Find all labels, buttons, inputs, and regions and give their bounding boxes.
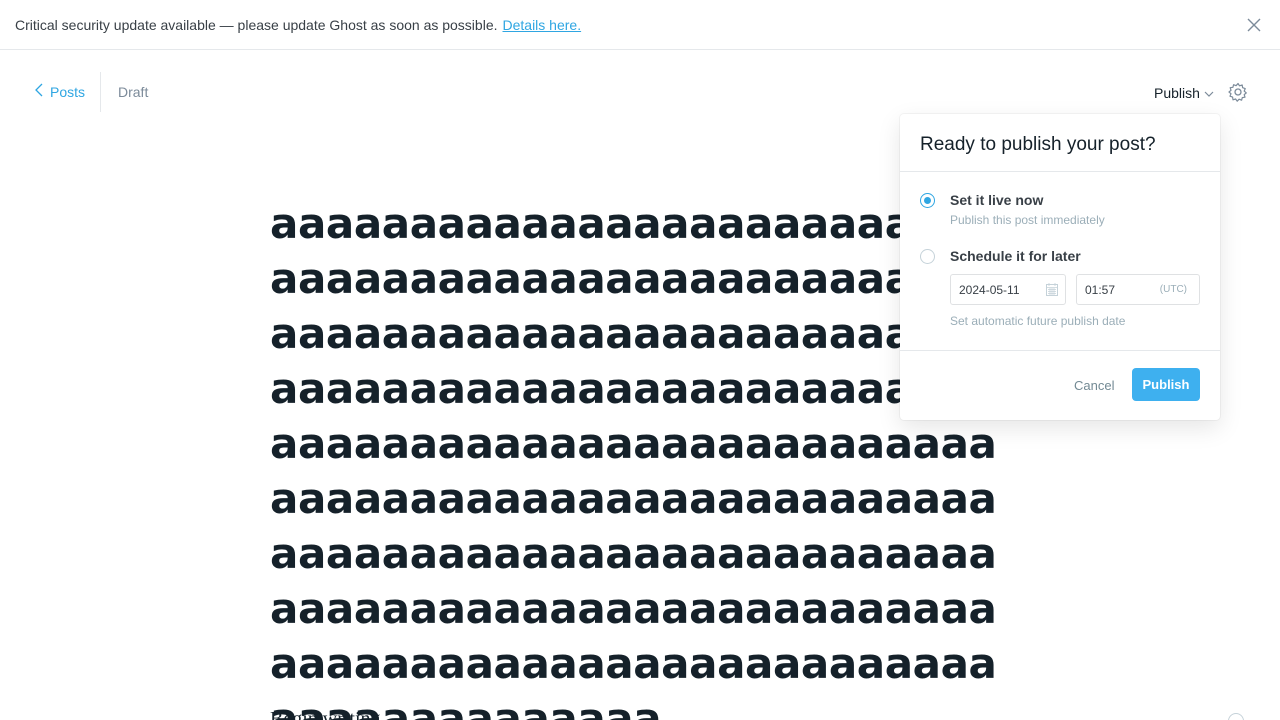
close-icon[interactable] bbox=[1246, 17, 1262, 33]
radio-schedule[interactable] bbox=[920, 249, 935, 264]
gear-icon[interactable] bbox=[1228, 82, 1248, 102]
chevron-left-icon bbox=[34, 83, 44, 100]
publish-popover: Ready to publish your post? Set it live … bbox=[900, 114, 1220, 420]
option-schedule-description: Set automatic future publish date bbox=[950, 314, 1126, 328]
schedule-date-value: 2024-05-11 bbox=[959, 283, 1020, 297]
popover-footer: Cancel Publish bbox=[900, 350, 1220, 420]
option-schedule-label: Schedule it for later bbox=[950, 248, 1081, 264]
alert-message: Critical security update available — ple… bbox=[15, 16, 498, 33]
popover-title: Ready to publish your post? bbox=[900, 114, 1220, 172]
post-status: Draft bbox=[118, 84, 149, 100]
post-title[interactable]: aaaaaaaaaaaaaaaaaaaaaaaaaaaaaaaaaaaaaaaa… bbox=[270, 196, 1010, 720]
option-live-now-label: Set it live now bbox=[950, 192, 1044, 208]
radio-live-now[interactable] bbox=[920, 193, 935, 208]
publish-button[interactable]: Publish bbox=[1132, 368, 1200, 401]
option-live-now-description: Publish this post immediately bbox=[950, 213, 1105, 227]
publish-menu-label: Publish bbox=[1154, 85, 1200, 101]
timezone-label: (UTC) bbox=[1159, 284, 1187, 295]
schedule-time-value: 01:57 bbox=[1085, 283, 1116, 297]
header-divider bbox=[100, 72, 101, 112]
security-alert-bar: Critical security update available — ple… bbox=[0, 0, 1280, 50]
posts-back-link[interactable]: Posts bbox=[34, 83, 85, 100]
plus-icon[interactable] bbox=[1228, 713, 1244, 720]
schedule-date-input[interactable]: 2024-05-11 bbox=[950, 274, 1066, 305]
cancel-button[interactable]: Cancel bbox=[1074, 378, 1114, 393]
schedule-time-input[interactable]: 01:57 (UTC) bbox=[1076, 274, 1200, 305]
post-body-placeholder[interactable]: Begin writing... bbox=[270, 708, 396, 720]
posts-back-label: Posts bbox=[50, 83, 86, 100]
chevron-down-icon bbox=[1204, 85, 1214, 101]
publish-menu-trigger[interactable]: Publish bbox=[1154, 85, 1214, 101]
alert-details-link[interactable]: Details here. bbox=[503, 17, 582, 33]
